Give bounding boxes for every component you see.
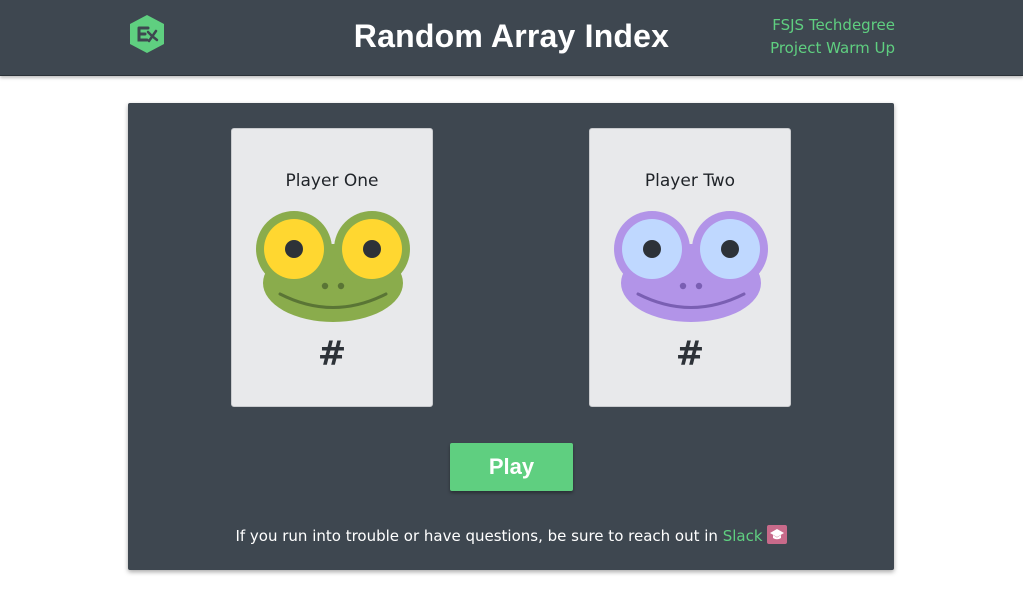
help-note: If you run into trouble or have question…	[128, 525, 894, 545]
app-header: Random Array Index FSJS Techdegree Proje…	[0, 0, 1023, 76]
green-frog-icon	[256, 211, 410, 322]
purple-frog-icon	[614, 211, 768, 322]
play-button[interactable]: Play	[450, 443, 573, 491]
game-panel: Player One # Player Two # Play If you ru…	[128, 103, 894, 570]
player-two-card: Player Two #	[589, 128, 791, 407]
player-one-name: Player One	[285, 171, 379, 191]
player-two-name: Player Two	[644, 171, 736, 191]
subtitle-line-2: Project Warm Up	[770, 39, 895, 57]
graduation-cap-icon	[766, 525, 787, 544]
player-two-number: #	[675, 334, 705, 374]
header-subtitle: FSJS Techdegree Project Warm Up	[770, 14, 895, 60]
subtitle-line-1: FSJS Techdegree	[772, 16, 895, 34]
player-one-number: #	[317, 334, 347, 374]
help-text: If you run into trouble or have question…	[235, 527, 723, 545]
player-one-card: Player One #	[231, 128, 433, 407]
slack-link[interactable]: Slack	[723, 527, 763, 545]
